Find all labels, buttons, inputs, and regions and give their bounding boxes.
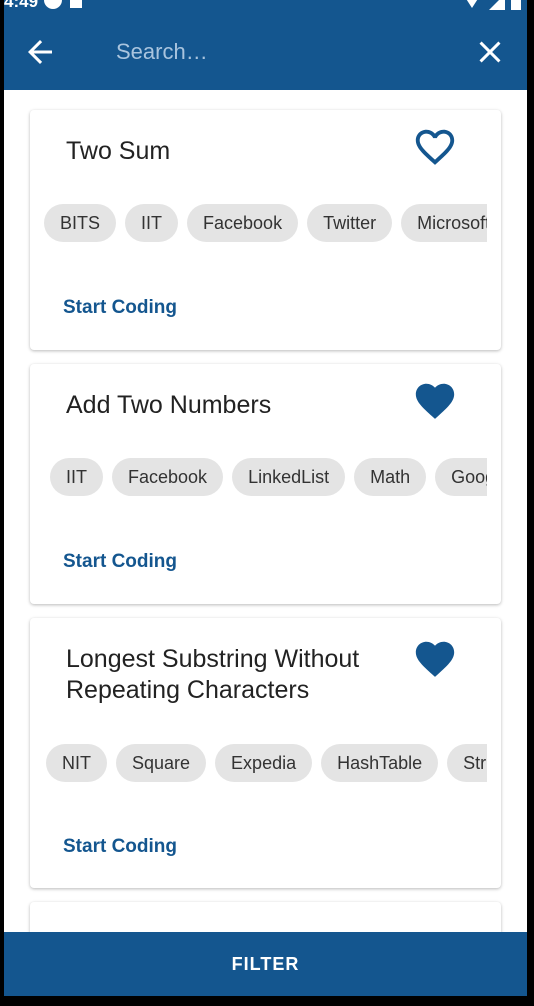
favorite-button[interactable] [410,124,460,170]
problem-title: Add Two Numbers [66,391,272,419]
tag-list: BITS IIT Facebook Twitter Microsoft [44,204,487,244]
problem-title: Longest Substring Without Repeating Char… [66,645,360,704]
battery-icon [511,0,521,10]
filter-button[interactable]: FILTER [4,932,527,996]
start-coding-button[interactable]: Start Coding [63,551,177,573]
notification-icon [44,0,62,9]
tag-chip[interactable]: IIT [125,204,179,242]
tag-list: IITFacebookLinkedListMathGoogle [50,458,487,498]
tag-chip[interactable]: BITS [44,204,117,242]
problem-list: Two Sum BITS IIT Facebook Twitter Microsoft … [4,90,527,932]
search-input[interactable] [116,32,446,72]
tag-chip[interactable]: NIT [46,744,107,782]
tag-chip[interactable]: String [447,744,487,782]
start-coding-button[interactable]: Start Coding [63,297,177,319]
problem-card[interactable]: Add Two Numbers IIT Facebook LinkedList Mat… [30,364,501,604]
problem-card[interactable]: Longest Substring Without Repeating Char… [30,618,501,888]
signal-icon [489,0,505,10]
heart-outline-icon [415,129,455,165]
tag-chip[interactable]: IIT [50,458,103,496]
problem-card[interactable]: Two Sum BITS IIT Facebook Twitter Microsoft … [30,110,501,350]
favorite-button[interactable] [410,378,460,424]
tag-chip[interactable]: Square [116,744,207,782]
tag-chip[interactable]: Facebook [112,458,224,496]
problem-title: Two Sum [66,137,171,165]
heart-filled-icon [415,641,455,677]
tag-chip[interactable]: Math [354,458,427,496]
tag-chip[interactable]: Google [435,458,487,496]
sim-icon [70,0,82,8]
back-button[interactable] [22,34,58,70]
clear-search-button[interactable] [472,34,508,70]
tag-chip[interactable]: Facebook [187,204,299,242]
app-screen: 4:49 Two Sum BI [4,0,527,996]
status-bar: 4:49 [4,0,527,12]
arrow-left-icon [28,40,52,64]
close-icon [479,41,501,63]
heart-filled-icon [415,383,455,419]
problem-card[interactable] [30,902,501,932]
tag-chip[interactable]: Microsoft [401,204,487,242]
start-coding-button[interactable]: Start Coding [63,836,177,858]
wifi-icon [463,0,481,8]
favorite-button[interactable] [410,636,460,682]
status-time: 4:49 [4,0,39,11]
tag-list: NITSquareExpediaHashTableString [46,744,487,784]
filter-bar: FILTER [4,932,527,996]
tag-chip[interactable]: HashTable [321,744,439,782]
tag-chip[interactable]: Expedia [215,744,313,782]
tag-chip[interactable]: LinkedList [232,458,346,496]
tag-chip[interactable]: Twitter [307,204,393,242]
search-app-bar [4,12,527,90]
